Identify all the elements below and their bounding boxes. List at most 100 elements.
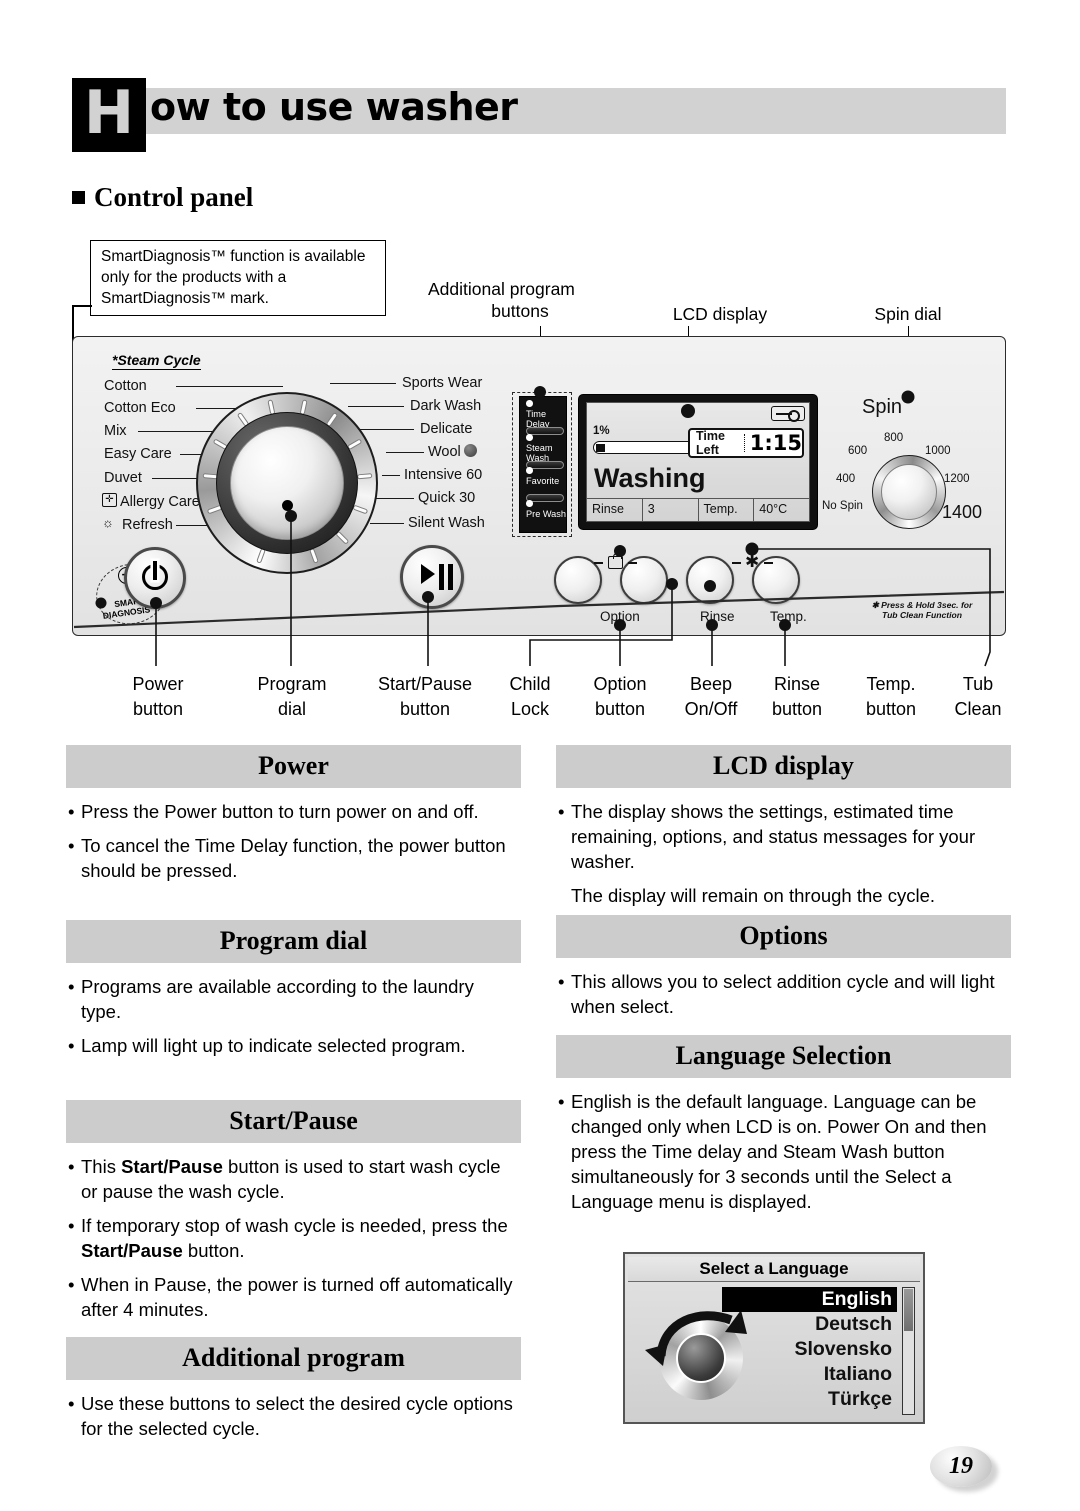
bottom-label-rinse: Rinse button	[771, 674, 823, 719]
bullet-item: • The display shows the settings, estimat…	[558, 801, 976, 872]
spin-dial-knob[interactable]	[881, 464, 937, 520]
language-selection-screen: Select a Language English Deutsch Sloven…	[623, 1252, 925, 1424]
refresh-icon: ☼	[102, 515, 114, 530]
callout-additional-program-buttons: Additional program buttons	[428, 279, 575, 321]
lcd-temp-value: 40°C	[759, 502, 788, 516]
additional-program-buttons-strip: Time Delay Steam Wash Favorite Pre Wash	[519, 396, 567, 533]
section-start-pause-title: Start/Pause	[66, 1100, 521, 1143]
language-scrollbar[interactable]	[902, 1287, 915, 1415]
program-dial-knob[interactable]	[230, 426, 344, 540]
bullet-item: • To cancel the Time Delay function, the …	[68, 835, 506, 881]
language-option-slovensko[interactable]: Slovensko	[722, 1337, 897, 1362]
spin-value-1200: 1200	[944, 473, 970, 485]
start-pause-button[interactable]	[400, 545, 464, 609]
section-start-pause: Start/Pause • This Start/Pause button is …	[66, 1100, 521, 1331]
bullet-item: • This allows you to select addition cycl…	[558, 971, 995, 1017]
section-additional-program: Additional program • Use these buttons to…	[66, 1337, 521, 1450]
power-button[interactable]	[124, 547, 186, 609]
program-label-quick-30: Quick 30	[418, 490, 476, 506]
rinse-button[interactable]	[686, 556, 734, 604]
section-program-dial: Program dial • Programs are available acc…	[66, 920, 521, 1067]
language-scrollbar-thumb[interactable]	[904, 1289, 913, 1331]
program-dial[interactable]	[196, 392, 378, 574]
language-options-list[interactable]: English Deutsch Slovensko Italiano Türkç…	[722, 1287, 897, 1412]
bullet-item: • When in Pause, the power is turned off …	[68, 1274, 513, 1320]
led-indicator	[526, 467, 533, 474]
bullet-item: • Lamp will light up to indicate selected…	[68, 1035, 466, 1056]
bottom-label-power: Power button	[132, 674, 184, 719]
button-steam-wash[interactable]: Steam Wash	[524, 434, 566, 464]
spin-dial[interactable]	[872, 455, 946, 529]
section-power: Power • Press the Power button to turn po…	[66, 745, 521, 892]
section-program-dial-title: Program dial	[66, 920, 521, 963]
language-option-deutsch[interactable]: Deutsch	[722, 1312, 897, 1337]
button-steam-wash-label: Steam Wash	[526, 442, 553, 463]
spin-value-800: 800	[884, 432, 904, 444]
program-label-allergy-care: Allergy Care	[120, 494, 200, 510]
lcd-time-left-value: 1:15	[749, 431, 802, 455]
section-language-selection-body: • English is the default language. Langua…	[556, 1078, 1011, 1214]
smartdiagnosis-note: SmartDiagnosis™ function is available on…	[90, 240, 386, 316]
program-label-sports-wear: Sports Wear	[402, 375, 483, 391]
lcd-display-plain-line: The display will remain on through the c…	[571, 885, 936, 906]
language-option-english[interactable]: English	[722, 1287, 897, 1312]
button-time-delay-label: Time Delay	[526, 408, 550, 429]
language-option-turkce[interactable]: Türkçe	[722, 1387, 897, 1412]
lcd-time-left-label: Time Left	[696, 429, 725, 457]
section-start-pause-body: • This Start/Pause button is used to star…	[66, 1143, 521, 1322]
lcd-display: 1% Time Left 1:15 Washing Rinse 3 Temp. …	[578, 394, 818, 530]
spin-dial-title: Spin	[862, 396, 903, 418]
program-label-dark-wash: Dark Wash	[410, 398, 482, 414]
bottom-label-tub-clean: Tub Clean	[954, 674, 1002, 719]
child-lock-dash-left	[594, 562, 603, 564]
button-time-delay[interactable]: Time Delay	[524, 400, 566, 430]
spin-value-no-spin: No Spin	[822, 500, 863, 512]
leader-quick-30	[374, 498, 414, 500]
section-title: Control panel	[72, 182, 253, 213]
leader-intensive-60	[382, 475, 400, 477]
led-indicator	[526, 400, 533, 407]
led-indicator	[526, 434, 533, 441]
child-lock-icon	[608, 553, 623, 569]
bullet-item: • English is the default language. Langua…	[558, 1091, 987, 1212]
tub-clean-note: ✱ Press & Hold 3sec. for Tub Clean Funct…	[856, 600, 988, 620]
lcd-temp-label: Temp.	[699, 499, 755, 521]
program-label-delicate: Delicate	[420, 421, 473, 437]
program-label-refresh: Refresh	[122, 517, 173, 533]
bullet-item: • Programs are available according to the…	[68, 976, 474, 1022]
language-option-italiano[interactable]: Italiano	[722, 1362, 897, 1387]
child-lock-key-icon	[771, 406, 805, 422]
lcd-time-left: Time Left 1:15	[688, 428, 804, 458]
temp-button-label: Temp.	[770, 609, 807, 624]
bullet-text-rich-1: This Start/Pause button is used to start…	[81, 1156, 501, 1202]
program-label-intensive-60: Intensive 60	[404, 467, 483, 483]
spin-value-600: 600	[848, 445, 868, 457]
section-program-dial-body: • Programs are available according to the…	[66, 963, 521, 1058]
section-lcd-display-title: LCD display	[556, 745, 1011, 788]
program-label-wool: Wool	[428, 444, 461, 460]
section-power-title: Power	[66, 745, 521, 788]
button-favorite[interactable]: Favorite	[524, 467, 566, 497]
bullet-item: • Press the Power button to turn power on…	[68, 801, 479, 822]
bullet-item: • Use these buttons to select the desired…	[68, 1393, 513, 1439]
callout-lcd-display: LCD display	[672, 304, 768, 324]
page-title: ow to use washer	[150, 85, 518, 129]
bullet-text-rich-2: If temporary stop of wash cycle is neede…	[81, 1215, 508, 1261]
leader-sports-wear	[330, 383, 396, 385]
bottom-label-option: Option button	[593, 674, 647, 719]
bottom-label-beep: Beep On/Off	[684, 674, 738, 719]
leader-cotton	[176, 386, 283, 388]
pause-icon-bar-2	[448, 564, 453, 590]
program-label-duvet: Duvet	[104, 470, 142, 486]
button-pre-wash-label: Pre Wash	[526, 508, 566, 519]
section-language-selection: Language Selection • English is the defau…	[556, 1035, 1011, 1223]
leader-wool	[386, 452, 424, 454]
allergy-care-icon: ✛	[102, 493, 117, 507]
section-power-body: • Press the Power button to turn power on…	[66, 788, 521, 883]
callout-spin-dial: Spin dial	[874, 304, 942, 324]
lcd-settings-row: Rinse 3 Temp. 40°C	[587, 498, 809, 521]
program-label-easy-care: Easy Care	[104, 446, 172, 462]
button-pre-wash[interactable]: Pre Wash	[524, 500, 566, 530]
option-button-label: Option	[600, 609, 640, 624]
lcd-rinse-label: Rinse	[587, 499, 643, 521]
